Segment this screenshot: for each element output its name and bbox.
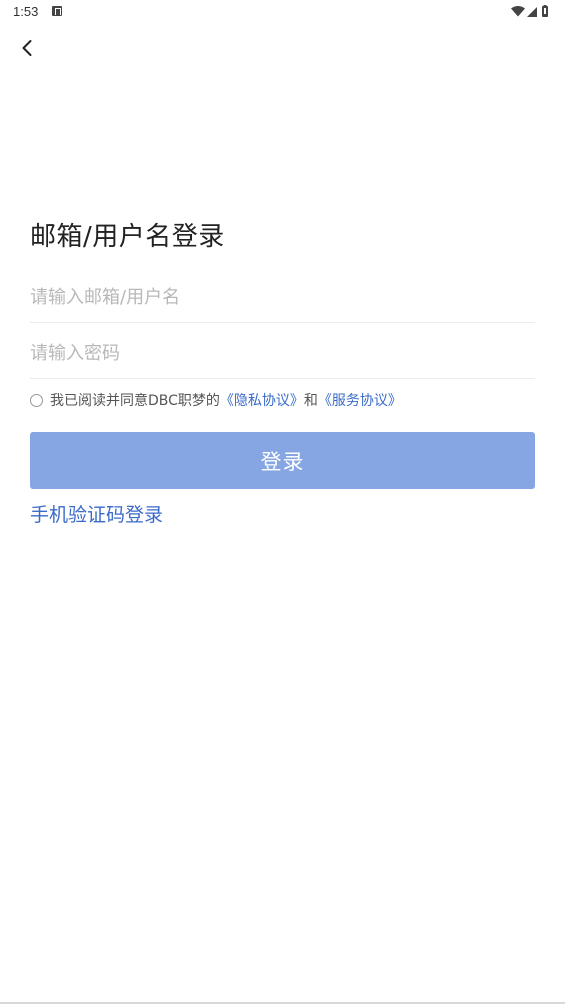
- status-bar: 1:53: [0, 0, 565, 24]
- sms-login-link[interactable]: 手机验证码登录: [30, 500, 163, 527]
- battery-icon: [542, 5, 548, 17]
- username-field: [30, 272, 535, 323]
- status-icons: [511, 5, 551, 17]
- cell-signal-icon: [527, 7, 537, 17]
- status-time: 1:53: [13, 4, 39, 19]
- back-button[interactable]: [14, 34, 42, 62]
- agreement-row: 我已阅读并同意DBC职梦的 《隐私协议》 和 《服务协议》: [30, 390, 402, 410]
- username-input[interactable]: [30, 282, 535, 312]
- login-button[interactable]: 登录: [30, 432, 535, 489]
- page-title: 邮箱/用户名登录: [30, 222, 225, 252]
- login-screen: 1:53 邮箱/用户名登录 请输入邮箱/用户名 我已阅读并同意DBC职梦的 《隐…: [0, 0, 565, 1004]
- agreement-text: 我已阅读并同意DBC职梦的: [50, 393, 220, 409]
- wifi-icon: [511, 6, 525, 17]
- agreement-conjunction: 和: [303, 393, 318, 409]
- privacy-policy-link[interactable]: 《隐私协议》: [220, 390, 304, 410]
- notification-a-icon: [52, 6, 62, 16]
- agreement-radio[interactable]: [30, 393, 43, 407]
- service-agreement-link[interactable]: 《服务协议》: [318, 390, 402, 410]
- chevron-left-icon: [22, 40, 32, 56]
- password-field: [30, 328, 535, 379]
- password-input[interactable]: [30, 338, 535, 368]
